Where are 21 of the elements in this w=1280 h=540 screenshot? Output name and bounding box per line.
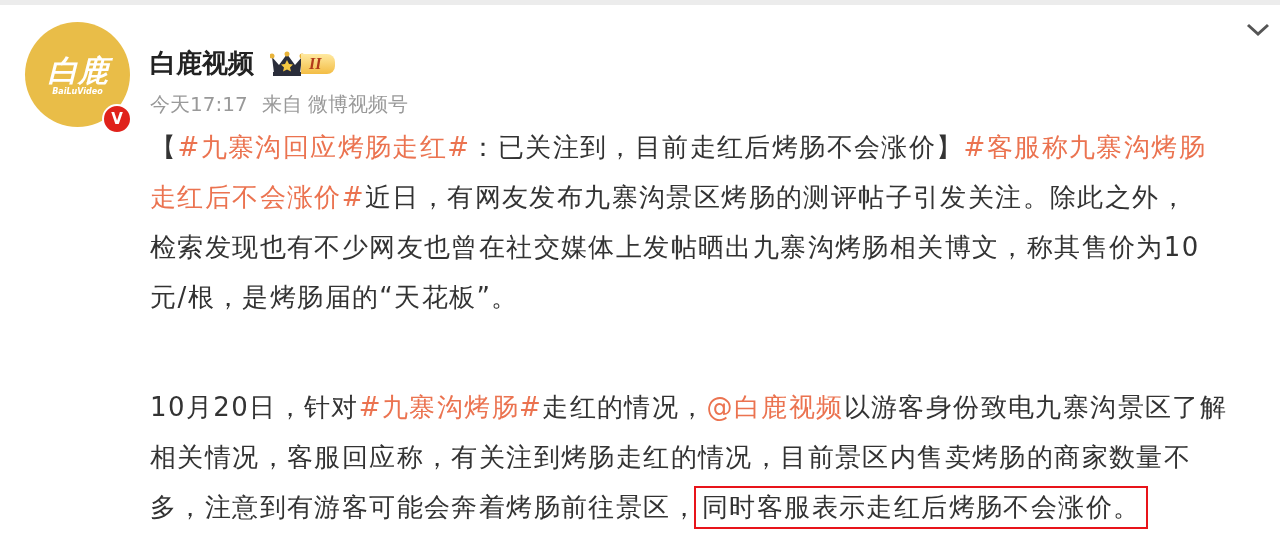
post-text: 近日，有网友发布九寨沟景区烤肠的测评帖子引发关注。除此之外， xyxy=(365,180,1187,214)
post-source: 来自 微博视频号 xyxy=(261,91,408,118)
topic-link[interactable]: 走红后不会涨价# xyxy=(150,179,365,215)
post-text: 多，注意到有游客可能会奔着烤肠前往景区， xyxy=(150,490,698,524)
post-text: 检索发现也有不少网友也曾在社交媒体上发帖晒出九寨沟烤肠相关博文，称其售价为10 xyxy=(150,230,1200,264)
author-name[interactable]: 白鹿视频 xyxy=(150,46,254,81)
post-text: 相关情况，客服回应称，有关注到烤肠走红的情况，目前景区内售卖烤肠的商家数量不 xyxy=(150,440,1192,474)
post-text: 【 xyxy=(150,130,178,164)
mention-link[interactable]: @白鹿视频 xyxy=(706,389,844,425)
topic-link[interactable]: #九寨沟烤肠# xyxy=(358,389,543,425)
topic-link[interactable]: #九寨沟回应烤肠走红# xyxy=(177,129,471,165)
verified-badge: V xyxy=(102,104,132,134)
post-text: 10月20日，针对 xyxy=(150,390,359,424)
post-time: 今天17:17 xyxy=(150,91,248,118)
chevron-down-icon[interactable] xyxy=(1246,23,1270,37)
level-badge: II xyxy=(301,53,336,74)
topic-link[interactable]: #客服称九寨沟烤肠 xyxy=(963,129,1206,165)
post-text: ：已关注到，目前走红后烤肠不会涨价】 xyxy=(470,130,964,164)
post-text: 以游客身份致电九寨沟景区了解 xyxy=(843,390,1228,424)
post-text: 走红的情况， xyxy=(542,390,707,424)
post-text: 元/根，是烤肠届的“天花板”。 xyxy=(150,280,519,314)
